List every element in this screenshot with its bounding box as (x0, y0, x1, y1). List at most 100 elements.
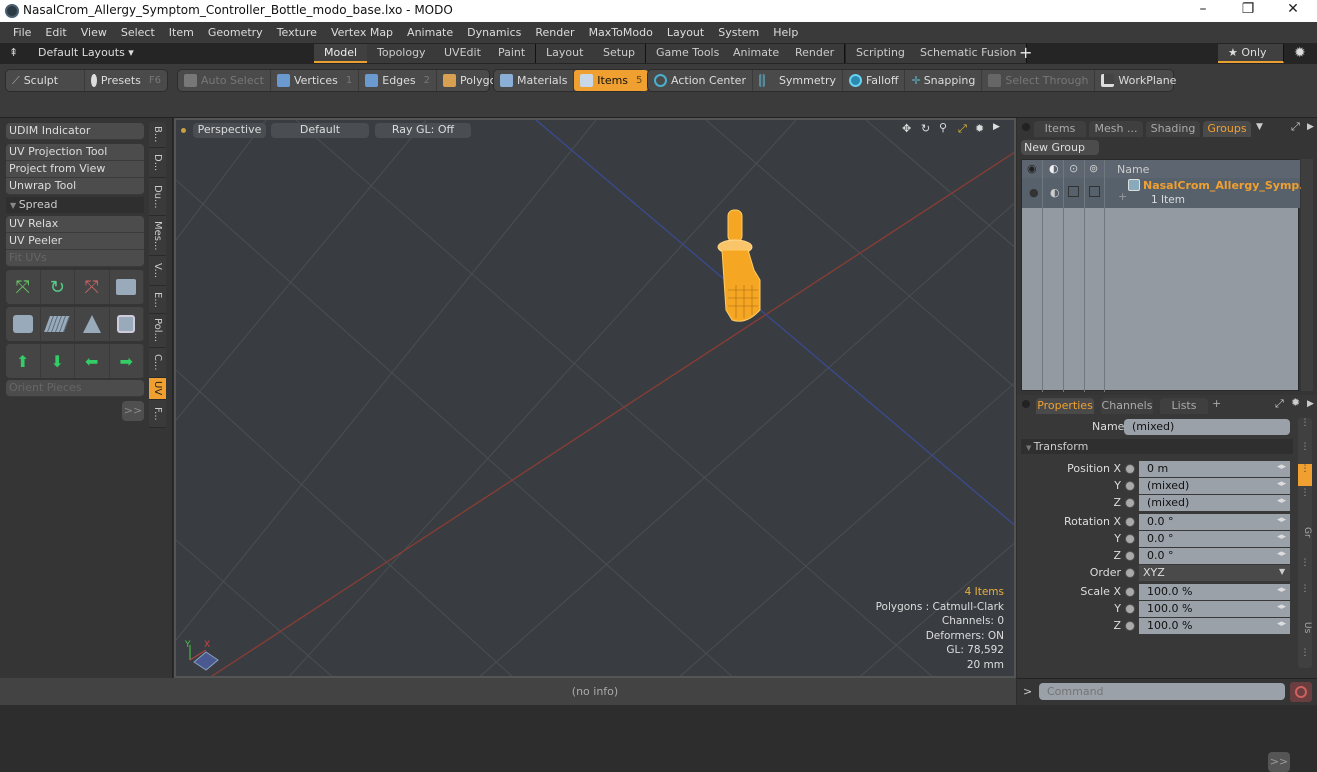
slider-arrows-icon[interactable]: ◂▸ (1277, 515, 1286, 525)
pan-icon[interactable]: ✥ (902, 122, 911, 135)
vtab-e[interactable]: E... (149, 286, 166, 314)
row-visibility-icon[interactable]: ● (1029, 186, 1039, 199)
align-right-icon[interactable]: ➡ (110, 344, 144, 378)
more-tools-button[interactable]: >> (122, 401, 144, 421)
zoom-icon[interactable]: ⚲ (939, 121, 947, 134)
menu-layout[interactable]: Layout (660, 26, 711, 39)
align-down-icon[interactable]: ⬇ (41, 344, 75, 378)
vtab-uv[interactable]: UV (149, 378, 166, 400)
add-layout-button[interactable]: + (1019, 43, 1032, 62)
only-toggle[interactable]: ★ Only (1218, 44, 1284, 63)
animate-key-toggle[interactable] (1125, 464, 1135, 474)
tab-items[interactable]: Items (1034, 121, 1086, 137)
property-value-field[interactable]: 100.0 % (1139, 584, 1290, 600)
tab-scripting[interactable]: Scripting (846, 44, 916, 63)
menu-dynamics[interactable]: Dynamics (460, 26, 528, 39)
property-value-field[interactable]: 0 m (1139, 461, 1290, 477)
select-through-button[interactable]: Select Through (982, 70, 1096, 91)
tab-render[interactable]: Render (785, 44, 846, 63)
record-macro-button[interactable] (1290, 682, 1312, 702)
animate-key-toggle[interactable] (1125, 621, 1135, 631)
maximize-viewport-icon[interactable]: ⤢ (958, 122, 967, 136)
side-tab-gr[interactable]: Gr (1298, 512, 1312, 552)
name-column-header[interactable]: Name (1117, 163, 1149, 176)
spread-section-header[interactable]: ▼ Spread (6, 197, 144, 213)
tab-properties[interactable]: Properties (1036, 398, 1094, 414)
tab-animate[interactable]: Animate (723, 44, 791, 63)
unwrap-tool-button[interactable]: Unwrap Tool (6, 178, 144, 195)
uv-rotate-tool-icon[interactable]: ↻ (41, 270, 75, 304)
menu-animate[interactable]: Animate (400, 26, 460, 39)
tab-model[interactable]: Model (314, 44, 369, 63)
animate-key-toggle[interactable] (1125, 481, 1135, 491)
lock-icon[interactable]: ⊙ (1069, 162, 1078, 175)
settings-gear-icon[interactable]: ✹ (1294, 45, 1306, 61)
slider-arrows-icon[interactable]: ◂▸ (1277, 619, 1286, 629)
default-layouts-dropdown[interactable]: Default Layouts ▾ (38, 46, 134, 59)
expand-panel-icon[interactable]: ⤢ (1291, 120, 1300, 134)
udim-indicator-button[interactable]: UDIM Indicator (6, 123, 144, 140)
panel-options-dot[interactable] (1022, 123, 1030, 131)
bottle-mesh-selected[interactable] (717, 209, 761, 322)
side-tab-7[interactable]: ⋮ (1298, 584, 1312, 606)
menu-vertex-map[interactable]: Vertex Map (324, 26, 400, 39)
select-icon[interactable]: ⊚ (1089, 162, 1098, 175)
tab-layout[interactable]: Layout (536, 44, 595, 63)
menu-system[interactable]: System (711, 26, 766, 39)
menu-item[interactable]: Item (162, 26, 201, 39)
row-select-checkbox[interactable] (1089, 186, 1100, 197)
animate-key-toggle[interactable] (1125, 604, 1135, 614)
properties-arrow-icon[interactable]: ▶ (1307, 399, 1314, 409)
property-value-field[interactable]: 0.0 ° (1139, 548, 1290, 564)
properties-options-dot[interactable] (1022, 400, 1030, 408)
viewport-indicator-dot[interactable] (181, 128, 186, 133)
tab-topology[interactable]: Topology (367, 44, 437, 63)
command-input[interactable] (1039, 683, 1285, 700)
side-tab-us[interactable]: Us (1298, 610, 1312, 646)
tab-shading[interactable]: Shading (1146, 121, 1200, 137)
vtab-c[interactable]: C... (149, 348, 166, 378)
expand-plus-icon[interactable]: + (1118, 190, 1127, 203)
presets-button[interactable]: Presets F6 (85, 70, 167, 91)
uv-relax-button[interactable]: UV Relax (6, 216, 144, 233)
workplane-button[interactable]: WorkPlane (1095, 70, 1182, 91)
viewport-menu-arrow-icon[interactable]: ▶ (993, 122, 1000, 132)
animate-key-toggle[interactable] (1125, 587, 1135, 597)
vtab-f[interactable]: F... (149, 400, 166, 428)
project-from-view-button[interactable]: Project from View (6, 161, 144, 178)
align-up-icon[interactable]: ⬆ (6, 344, 41, 378)
tab-uvedit[interactable]: UVEdit (434, 44, 492, 63)
vtab-pol[interactable]: Pol... (149, 314, 166, 348)
align-left-icon[interactable]: ⬅ (75, 344, 110, 378)
vtab-d[interactable]: D... (149, 148, 166, 178)
groups-scrollbar[interactable] (1301, 159, 1313, 391)
animate-key-toggle[interactable] (1125, 568, 1135, 578)
uv-flip-tool-icon[interactable] (110, 270, 144, 304)
property-value-field[interactable]: (mixed) (1139, 495, 1290, 511)
action-center-button[interactable]: Action Center (648, 70, 753, 91)
menu-geometry[interactable]: Geometry (201, 26, 270, 39)
3d-viewport[interactable]: Y X Perspective Default Ray GL: Off ✥ ↻ … (174, 118, 1016, 678)
orbit-icon[interactable]: ↻ (921, 122, 930, 135)
layout-pin-icon[interactable]: ⇞ (9, 46, 18, 59)
auto-select-button[interactable]: Auto Select (178, 70, 271, 91)
tab-game-tools[interactable]: Game Tools (646, 44, 731, 63)
menu-maxtomodo[interactable]: MaxToModo (582, 26, 660, 39)
slider-arrows-icon[interactable]: ◂▸ (1277, 602, 1286, 612)
tab-paint[interactable]: Paint (488, 44, 537, 63)
more-properties-button[interactable]: >> (1268, 752, 1290, 772)
fit-uvs-button[interactable]: Fit UVs (6, 250, 144, 267)
uv-perspective-grid-icon[interactable] (75, 307, 110, 341)
property-value-field[interactable]: 100.0 % (1139, 601, 1290, 617)
close-button[interactable]: ✕ (1270, 1, 1316, 21)
visibility-eye-icon[interactable]: ◉ (1027, 162, 1037, 175)
orient-pieces-button[interactable]: Orient Pieces (6, 380, 144, 397)
slider-arrows-icon[interactable]: ◂▸ (1277, 479, 1286, 489)
tabs-dropdown-icon[interactable]: ▼ (1256, 122, 1263, 132)
dropdown-arrow-icon[interactable]: ▼ (1279, 567, 1285, 576)
shading-dropdown[interactable]: Default (271, 123, 369, 138)
minimize-button[interactable]: – (1180, 1, 1226, 21)
slider-arrows-icon[interactable]: ◂▸ (1277, 585, 1286, 595)
vtab-b[interactable]: B... (149, 122, 166, 148)
animate-key-toggle[interactable] (1125, 551, 1135, 561)
